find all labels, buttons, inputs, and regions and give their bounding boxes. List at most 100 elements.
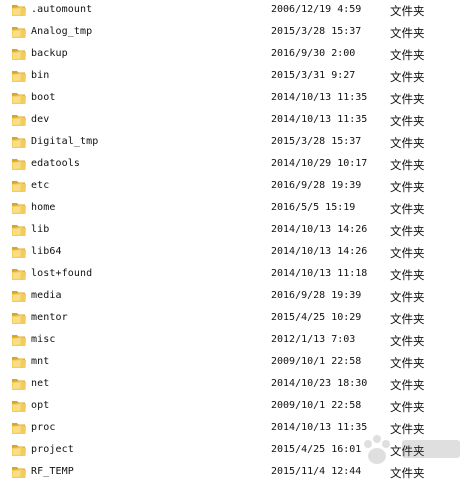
modified-date: 2014/10/13 11:35: [271, 92, 368, 103]
folder-icon: [12, 115, 26, 126]
folder-icon: [12, 467, 26, 478]
modified-date: 2015/11/4 12:44: [271, 466, 362, 477]
modified-date: 2016/5/5 15:19: [271, 202, 356, 213]
folder-icon: [12, 49, 26, 60]
modified-date: 2015/3/31 9:27: [271, 70, 356, 81]
file-name: lib: [31, 224, 50, 235]
modified-date: 2015/3/28 15:37: [271, 136, 362, 147]
file-row[interactable]: boot 2014/10/13 11:35 文件夹: [0, 88, 475, 110]
file-row[interactable]: edatools 2014/10/29 10:17 文件夹: [0, 154, 475, 176]
file-row[interactable]: RF_TEMP 2015/11/4 12:44 文件夹: [0, 462, 475, 484]
modified-date: 2014/10/13 14:26: [271, 246, 368, 257]
folder-icon: [12, 269, 26, 280]
folder-icon: [12, 159, 26, 170]
modified-date: 2015/4/25 10:29: [271, 312, 362, 323]
folder-icon: [12, 5, 26, 16]
file-row[interactable]: backup 2016/9/30 2:00 文件夹: [0, 44, 475, 66]
folder-icon: [12, 71, 26, 82]
file-name: Digital_tmp: [31, 136, 99, 147]
file-type: 文件夹: [390, 466, 425, 480]
file-row[interactable]: .automount 2006/12/19 4:59 文件夹: [0, 0, 475, 22]
file-name: misc: [31, 334, 56, 345]
file-row[interactable]: Analog_tmp 2015/3/28 15:37 文件夹: [0, 22, 475, 44]
modified-date: 2014/10/29 10:17: [271, 158, 368, 169]
file-name: media: [31, 290, 62, 301]
file-row[interactable]: lib64 2014/10/13 14:26 文件夹: [0, 242, 475, 264]
file-name: etc: [31, 180, 50, 191]
modified-date: 2014/10/23 18:30: [271, 378, 368, 389]
file-type: 文件夹: [390, 48, 425, 62]
file-row[interactable]: bin 2015/3/31 9:27 文件夹: [0, 66, 475, 88]
file-row[interactable]: mentor 2015/4/25 10:29 文件夹: [0, 308, 475, 330]
folder-icon: [12, 93, 26, 104]
file-type: 文件夹: [390, 444, 425, 458]
file-type: 文件夹: [390, 290, 425, 304]
file-type: 文件夹: [390, 378, 425, 392]
file-row[interactable]: media 2016/9/28 19:39 文件夹: [0, 286, 475, 308]
file-row[interactable]: project 2015/4/25 16:01 文件夹: [0, 440, 475, 462]
file-type: 文件夹: [390, 114, 425, 128]
modified-date: 2014/10/13 11:35: [271, 422, 368, 433]
file-row[interactable]: home 2016/5/5 15:19 文件夹: [0, 198, 475, 220]
folder-icon: [12, 247, 26, 258]
file-row[interactable]: net 2014/10/23 18:30 文件夹: [0, 374, 475, 396]
modified-date: 2016/9/28 19:39: [271, 290, 362, 301]
folder-icon: [12, 379, 26, 390]
file-type: 文件夹: [390, 312, 425, 326]
file-name: opt: [31, 400, 50, 411]
file-name: home: [31, 202, 56, 213]
folder-icon: [12, 291, 26, 302]
folder-icon: [12, 137, 26, 148]
file-name: bin: [31, 70, 50, 81]
file-type: 文件夹: [390, 268, 425, 282]
folder-icon: [12, 401, 26, 412]
file-row[interactable]: proc 2014/10/13 11:35 文件夹: [0, 418, 475, 440]
file-row[interactable]: misc 2012/1/13 7:03 文件夹: [0, 330, 475, 352]
modified-date: 2012/1/13 7:03: [271, 334, 356, 345]
folder-icon: [12, 357, 26, 368]
modified-date: 2015/4/25 16:01: [271, 444, 362, 455]
file-type: 文件夹: [390, 334, 425, 348]
file-type: 文件夹: [390, 400, 425, 414]
file-type: 文件夹: [390, 202, 425, 216]
file-type: 文件夹: [390, 136, 425, 150]
file-row[interactable]: Digital_tmp 2015/3/28 15:37 文件夹: [0, 132, 475, 154]
modified-date: 2016/9/30 2:00: [271, 48, 356, 59]
file-type: 文件夹: [390, 246, 425, 260]
file-name: net: [31, 378, 50, 389]
file-row[interactable]: dev 2014/10/13 11:35 文件夹: [0, 110, 475, 132]
modified-date: 2009/10/1 22:58: [271, 400, 362, 411]
file-type: 文件夹: [390, 224, 425, 238]
folder-icon: [12, 313, 26, 324]
file-type: 文件夹: [390, 422, 425, 436]
file-type: 文件夹: [390, 26, 425, 40]
folder-icon: [12, 423, 26, 434]
file-name: RF_TEMP: [31, 466, 74, 477]
file-type: 文件夹: [390, 356, 425, 370]
file-name: lib64: [31, 246, 62, 257]
file-list: .automount 2006/12/19 4:59 文件夹 Analog_tmp 20…: [0, 0, 475, 480]
file-name: edatools: [31, 158, 80, 169]
file-row[interactable]: opt 2009/10/1 22:58 文件夹: [0, 396, 475, 418]
file-row[interactable]: lost+found 2014/10/13 11:18 文件夹: [0, 264, 475, 286]
file-name: mnt: [31, 356, 50, 367]
file-row[interactable]: mnt 2009/10/1 22:58 文件夹: [0, 352, 475, 374]
file-name: proc: [31, 422, 56, 433]
modified-date: 2014/10/13 11:18: [271, 268, 368, 279]
file-type: 文件夹: [390, 92, 425, 106]
file-row[interactable]: lib 2014/10/13 14:26 文件夹: [0, 220, 475, 242]
file-name: Analog_tmp: [31, 26, 93, 37]
file-type: 文件夹: [390, 158, 425, 172]
modified-date: 2009/10/1 22:58: [271, 356, 362, 367]
file-name: backup: [31, 48, 68, 59]
modified-date: 2006/12/19 4:59: [271, 4, 362, 15]
file-name: .automount: [31, 4, 93, 15]
file-name: project: [31, 444, 74, 455]
file-name: boot: [31, 92, 56, 103]
folder-icon: [12, 225, 26, 236]
folder-icon: [12, 181, 26, 192]
file-row[interactable]: etc 2016/9/28 19:39 文件夹: [0, 176, 475, 198]
file-type: 文件夹: [390, 180, 425, 194]
file-type: 文件夹: [390, 70, 425, 84]
modified-date: 2014/10/13 14:26: [271, 224, 368, 235]
